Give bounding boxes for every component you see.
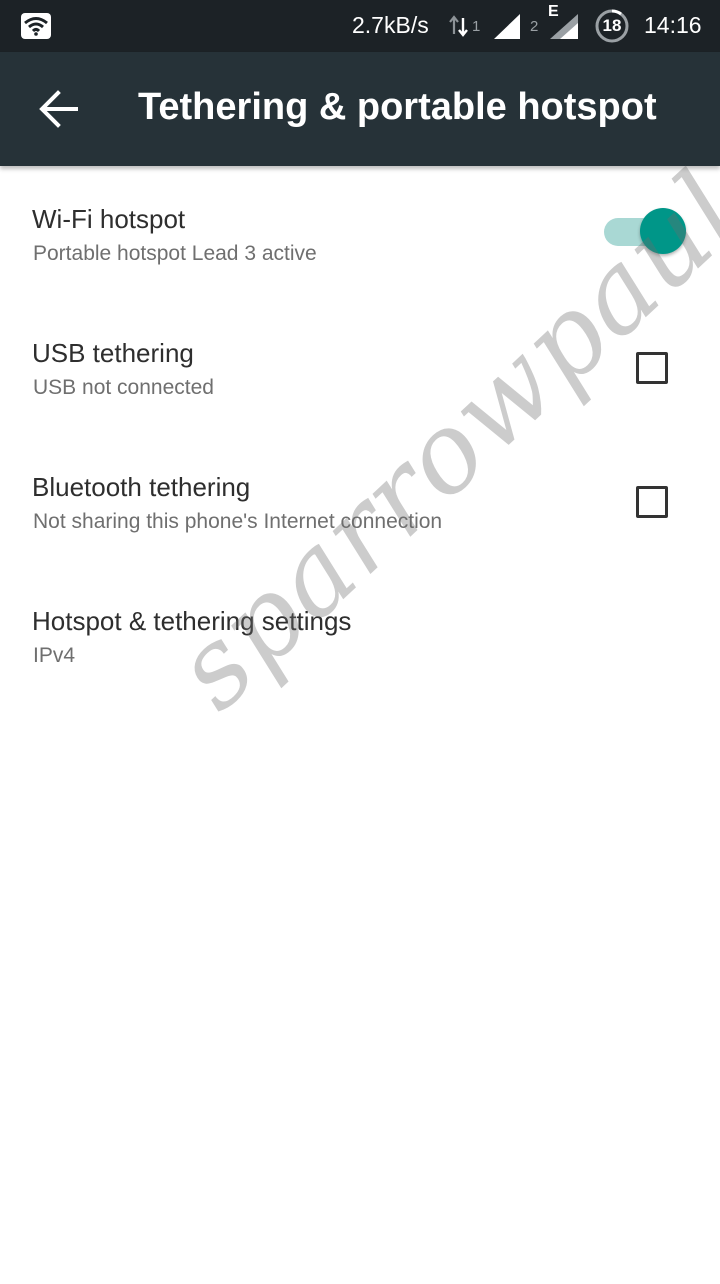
wifi-hotspot-subtitle: Portable hotspot Lead 3 active xyxy=(33,242,317,265)
signal-icon xyxy=(494,14,520,39)
bluetooth-tethering-title: Bluetooth tethering xyxy=(32,472,251,502)
arrow-back-icon xyxy=(39,90,78,128)
bluetooth-tethering-checkbox[interactable] xyxy=(636,486,668,518)
app-bar: Tethering & portable hotspot xyxy=(0,52,720,166)
status-bar: 2.7kB/s 1 2 E 18 14:16 xyxy=(0,0,720,52)
back-button[interactable] xyxy=(24,74,94,144)
data-arrows-icon xyxy=(449,15,468,37)
sim2-label: 2 xyxy=(530,18,539,35)
battery-level: 18 xyxy=(602,16,622,35)
network-speed: 2.7kB/s xyxy=(352,12,429,38)
wifi-hotspot-title: Wi-Fi hotspot xyxy=(32,204,186,234)
hotspot-icon xyxy=(21,13,51,39)
usb-tethering-subtitle: USB not connected xyxy=(33,376,214,399)
network-type-label: E xyxy=(548,3,559,20)
page-title: Tethering & portable hotspot xyxy=(138,86,657,128)
usb-tethering-title: USB tethering xyxy=(32,338,194,368)
sim1-label: 1 xyxy=(472,18,481,35)
clock: 14:16 xyxy=(644,12,702,38)
hotspot-settings-subtitle: IPv4 xyxy=(33,644,76,667)
